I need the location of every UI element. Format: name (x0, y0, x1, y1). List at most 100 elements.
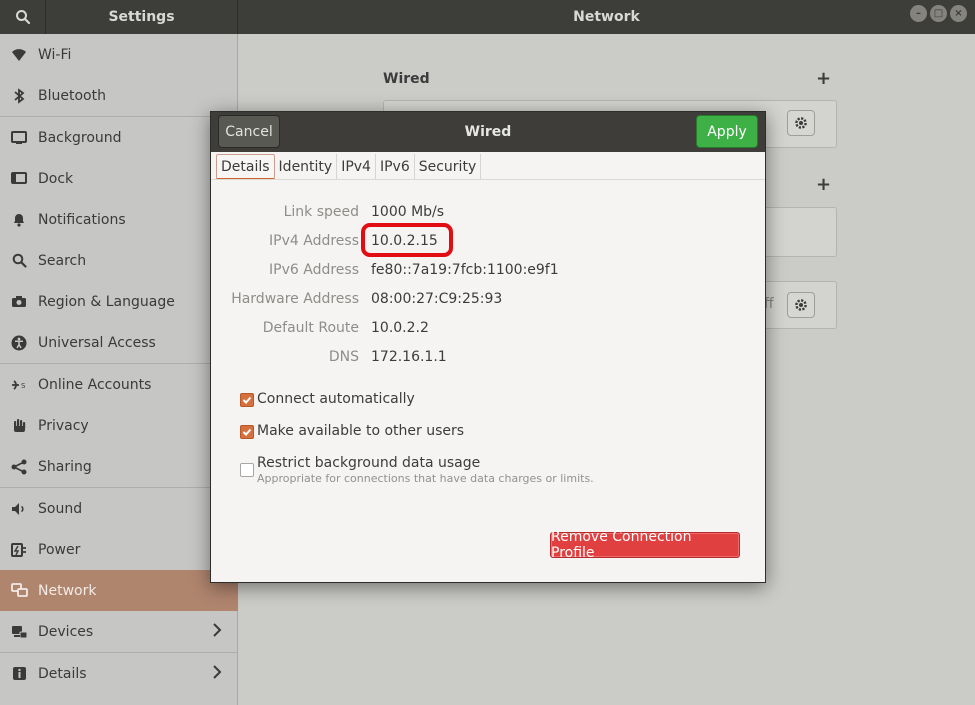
close-button[interactable]: × (950, 5, 967, 22)
default-route-label: Default Route (262, 320, 359, 336)
title-bar: Settings Network – □ × (0, 0, 975, 34)
window-controls: – □ × (910, 5, 967, 22)
sidebar-item-dock[interactable]: Dock (0, 158, 238, 199)
divider (211, 179, 765, 180)
dialog-tabs: Details Identity IPv4 IPv6 Security (216, 154, 482, 180)
sidebar-item-label: Network (38, 582, 97, 599)
ipv6-address-label: IPv6 Address (269, 262, 359, 278)
link-speed-label: Link speed (283, 204, 359, 220)
hardware-address-value: 08:00:27:C9:25:93 (371, 291, 503, 307)
wired-settings-button[interactable] (787, 110, 815, 136)
link-speed-value: 1000 Mb/s (371, 204, 445, 220)
sidebar-item-label: Universal Access (38, 334, 156, 351)
sidebar-item-label: Background (38, 129, 122, 146)
cancel-button[interactable]: Cancel (218, 115, 280, 148)
search-icon (15, 10, 30, 25)
sidebar-item-online-accounts[interactable]: S Online Accounts (0, 364, 238, 405)
sidebar-item-wifi[interactable]: Wi-Fi (0, 34, 238, 75)
minimize-icon: – (916, 7, 921, 19)
sidebar-item-devices[interactable]: Devices (0, 611, 238, 652)
power-icon (0, 542, 38, 558)
proxy-settings-button[interactable] (787, 292, 815, 318)
dns-value: 172.16.1.1 (371, 349, 447, 365)
restrict-background-checkbox[interactable] (240, 463, 254, 477)
online-accounts-icon: S (0, 378, 38, 392)
settings-title: Settings (46, 0, 238, 34)
sidebar-item-label: Bluetooth (38, 87, 106, 104)
restrict-background-label: Restrict background data usage (257, 455, 481, 471)
maximize-button[interactable]: □ (930, 5, 947, 22)
sidebar-item-network[interactable]: Network (0, 570, 238, 611)
checkmark-icon (242, 396, 252, 404)
sidebar-item-background[interactable]: Background (0, 117, 238, 158)
bell-icon (0, 212, 38, 227)
sidebar-item-sharing[interactable]: Sharing (0, 446, 238, 487)
sidebar-item-label: Power (38, 541, 81, 558)
gear-icon (795, 299, 807, 311)
tab-details[interactable]: Details (216, 154, 275, 180)
sidebar-item-label: Online Accounts (38, 376, 152, 393)
sidebar-item-bluetooth[interactable]: Bluetooth (0, 75, 238, 116)
sidebar-item-label: Sound (38, 500, 83, 517)
sidebar-item-label: Dock (38, 170, 74, 187)
sidebar-item-label: Notifications (38, 211, 126, 228)
devices-icon (0, 625, 38, 639)
add-wired-button[interactable]: + (816, 68, 831, 89)
sidebar-item-search[interactable]: Search (0, 240, 238, 281)
chevron-right-icon (212, 622, 222, 642)
dock-icon (0, 171, 38, 186)
sidebar-item-region-language[interactable]: Region & Language (0, 281, 238, 322)
sidebar-item-label: Wi-Fi (38, 46, 72, 63)
background-icon (0, 130, 38, 145)
tab-security[interactable]: Security (415, 154, 482, 180)
wired-dialog: Wired Cancel Apply Details Identity IPv4… (210, 111, 766, 583)
gear-icon (795, 117, 807, 129)
apply-button[interactable]: Apply (696, 115, 758, 148)
wifi-icon (0, 48, 38, 62)
ipv4-address-label: IPv4 Address (269, 233, 359, 249)
sidebar-item-label: Region & Language (38, 293, 175, 310)
sidebar-item-label: Devices (38, 623, 94, 640)
plus-icon: + (816, 68, 832, 89)
svg-text:S: S (21, 382, 26, 390)
annotation-highlight (361, 223, 453, 257)
tab-ipv4[interactable]: IPv4 (337, 154, 376, 180)
sidebar: Wi-Fi Bluetooth Background Dock Notifica… (0, 34, 238, 705)
share-icon (0, 459, 38, 475)
connect-automatically-label: Connect automatically (257, 391, 415, 407)
sidebar-item-notifications[interactable]: Notifications (0, 199, 238, 240)
plus-icon: + (816, 174, 832, 195)
search-icon (0, 253, 38, 268)
tab-ipv6[interactable]: IPv6 (376, 154, 415, 180)
accessibility-icon (0, 335, 38, 351)
info-icon (0, 666, 38, 681)
available-to-others-checkbox[interactable] (240, 425, 254, 439)
sidebar-item-label: Search (38, 252, 87, 269)
sidebar-item-universal-access[interactable]: Universal Access (0, 322, 238, 363)
remove-connection-profile-button[interactable]: Remove Connection Profile (550, 529, 740, 561)
dialog-title: Wired (464, 124, 512, 140)
search-button[interactable] (0, 0, 46, 34)
maximize-icon: □ (933, 7, 944, 19)
sidebar-item-label: Privacy (38, 417, 89, 434)
add-vpn-button[interactable]: + (816, 174, 831, 195)
restrict-background-sublabel: Appropriate for connections that have da… (257, 472, 594, 485)
bluetooth-icon (0, 87, 38, 104)
ipv6-address-value: fe80::7a19:7fcb:1100:e9f1 (371, 262, 559, 278)
hardware-address-label: Hardware Address (231, 291, 359, 307)
sidebar-item-privacy[interactable]: Privacy (0, 405, 238, 446)
checkmark-icon (242, 428, 252, 436)
tab-identity[interactable]: Identity (275, 154, 338, 180)
connect-automatically-checkbox[interactable] (240, 393, 254, 407)
sidebar-item-label: Sharing (38, 458, 92, 475)
available-to-others-label: Make available to other users (257, 423, 465, 439)
camera-icon (0, 295, 38, 308)
network-icon (0, 583, 38, 598)
sidebar-item-power[interactable]: Power (0, 529, 238, 570)
minimize-button[interactable]: – (910, 5, 927, 22)
sidebar-item-details[interactable]: Details (0, 653, 238, 694)
default-route-value: 10.0.2.2 (371, 320, 429, 336)
sidebar-item-sound[interactable]: Sound (0, 488, 238, 529)
hand-icon (0, 418, 38, 433)
close-icon: × (954, 7, 963, 19)
